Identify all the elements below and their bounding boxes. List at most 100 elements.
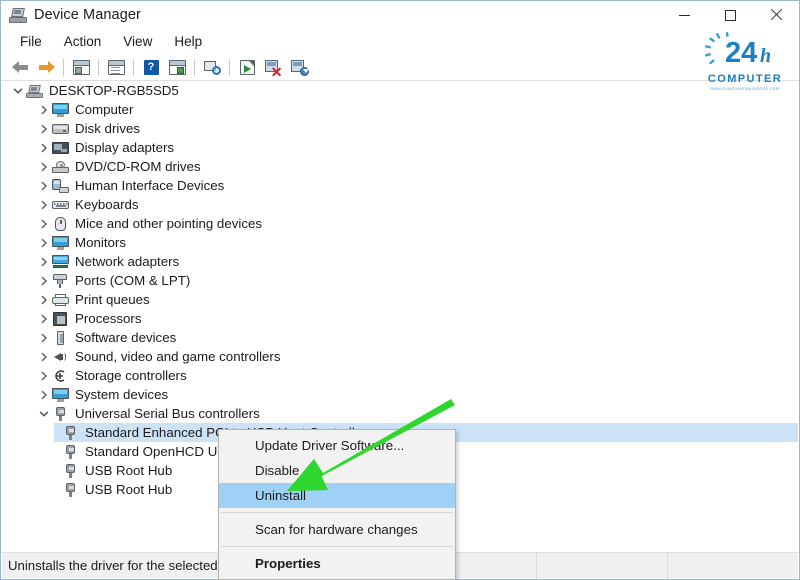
back-button[interactable] — [7, 56, 33, 79]
tree-root-node[interactable]: DESKTOP-RGB5SD5 — [2, 81, 798, 100]
context-menu-separator — [221, 546, 453, 547]
action-menu-icon — [169, 60, 186, 75]
sound-icon — [52, 349, 70, 365]
chevron-right-icon[interactable] — [36, 330, 52, 346]
tree-item-label: Mice and other pointing devices — [75, 216, 262, 231]
chevron-right-icon[interactable] — [36, 368, 52, 384]
tree-item-network-adapters[interactable]: Network adapters — [2, 252, 798, 271]
tree-item-software-devices[interactable]: Software devices — [2, 328, 798, 347]
toolbar-separator — [63, 59, 64, 76]
tree-item-label: Universal Serial Bus controllers — [75, 406, 260, 421]
action-menu-button[interactable] — [164, 56, 190, 79]
maximize-button[interactable] — [707, 1, 753, 29]
tree-item-display-adapters[interactable]: Display adapters — [2, 138, 798, 157]
tree-item-processors[interactable]: Processors — [2, 309, 798, 328]
tree-item-label: Network adapters — [75, 254, 179, 269]
tree-item-monitors[interactable]: Monitors — [2, 233, 798, 252]
chevron-right-icon[interactable] — [36, 273, 52, 289]
menu-view[interactable]: View — [112, 32, 163, 51]
tree-item-label: Processors — [75, 311, 142, 326]
help-button[interactable]: ? — [138, 56, 164, 79]
update-driver-button[interactable] — [234, 56, 260, 79]
tree-item-label: DVD/CD-ROM drives — [75, 159, 201, 174]
tree-item-computer[interactable]: Computer — [2, 100, 798, 119]
usb-icon — [62, 482, 80, 498]
tree-item-print-queues[interactable]: Print queues — [2, 290, 798, 309]
context-menu-item-properties[interactable]: Properties — [219, 551, 455, 576]
chevron-right-icon[interactable] — [36, 102, 52, 118]
keyboard-icon — [52, 197, 70, 213]
chevron-right-icon[interactable] — [36, 178, 52, 194]
tree-item-sound-video-game-controllers[interactable]: Sound, video and game controllers — [2, 347, 798, 366]
window-title: Device Manager — [34, 7, 141, 23]
tree-item-label: Software devices — [75, 330, 176, 345]
mouse-icon — [52, 216, 70, 232]
computer-root-icon — [26, 83, 44, 99]
chevron-down-icon[interactable] — [36, 406, 52, 422]
context-menu-item-uninstall[interactable]: Uninstall — [219, 483, 455, 508]
network-adapter-icon — [52, 254, 70, 270]
tree-item-mice-and-pointing-devices[interactable]: Mice and other pointing devices — [2, 214, 798, 233]
context-menu-item-update-driver-software[interactable]: Update Driver Software... — [219, 433, 455, 458]
display-adapter-icon — [52, 140, 70, 156]
scan-hardware-button[interactable] — [199, 56, 225, 79]
context-menu-separator — [221, 512, 453, 513]
tree-item-label: Ports (COM & LPT) — [75, 273, 190, 288]
chevron-right-icon[interactable] — [36, 254, 52, 270]
close-icon — [770, 9, 782, 21]
enable-device-icon — [291, 60, 308, 75]
chevron-right-icon[interactable] — [36, 140, 52, 156]
uninstall-device-button[interactable]: ✕ — [260, 56, 286, 79]
context-menu[interactable]: Update Driver Software... Disable Uninst… — [218, 429, 456, 580]
storage-controller-icon — [52, 368, 70, 384]
menu-action[interactable]: Action — [53, 32, 113, 51]
system-device-icon — [52, 387, 70, 403]
tree-item-human-interface-devices[interactable]: Human Interface Devices — [2, 176, 798, 195]
menu-bar: File Action View Help — [1, 29, 799, 54]
monitor-icon — [52, 235, 70, 251]
context-menu-item-scan-for-hardware-changes[interactable]: Scan for hardware changes — [219, 517, 455, 542]
title-bar: Device Manager — [1, 1, 799, 29]
close-button[interactable] — [753, 1, 799, 29]
toolbar-separator — [229, 59, 230, 76]
forward-button[interactable] — [33, 56, 59, 79]
toolbar-separator — [98, 59, 99, 76]
chevron-down-icon[interactable] — [10, 83, 26, 99]
tree-item-disk-drives[interactable]: Disk drives — [2, 119, 798, 138]
maximize-icon — [725, 10, 736, 21]
chevron-right-icon[interactable] — [36, 235, 52, 251]
usb-icon — [62, 444, 80, 460]
chevron-right-icon[interactable] — [36, 159, 52, 175]
tree-item-label: USB Root Hub — [85, 463, 172, 478]
enable-device-button[interactable] — [286, 56, 312, 79]
menu-file[interactable]: File — [9, 32, 53, 51]
chevron-right-icon[interactable] — [36, 387, 52, 403]
menu-help[interactable]: Help — [163, 32, 213, 51]
tree-item-label: Disk drives — [75, 121, 140, 136]
properties-button[interactable] — [103, 56, 129, 79]
device-manager-window: Device Manager File Action View Help — [0, 0, 800, 580]
chevron-right-icon[interactable] — [36, 197, 52, 213]
tree-item-keyboards[interactable]: Keyboards — [2, 195, 798, 214]
tree-item-system-devices[interactable]: System devices — [2, 385, 798, 404]
chevron-right-icon[interactable] — [36, 121, 52, 137]
tree-item-dvd-cdrom-drives[interactable]: DVD/CD-ROM drives — [2, 157, 798, 176]
tree-item-ports[interactable]: Ports (COM & LPT) — [2, 271, 798, 290]
port-icon — [52, 273, 70, 289]
chevron-right-icon[interactable] — [36, 349, 52, 365]
printer-icon — [52, 292, 70, 308]
tree-item-storage-controllers[interactable]: Storage controllers — [2, 366, 798, 385]
minimize-button[interactable] — [661, 1, 707, 29]
tree-item-label: Keyboards — [75, 197, 139, 212]
chevron-right-icon[interactable] — [36, 216, 52, 232]
context-menu-item-disable[interactable]: Disable — [219, 458, 455, 483]
tree-root-label: DESKTOP-RGB5SD5 — [49, 83, 179, 98]
usb-icon — [62, 425, 80, 441]
tree-item-label: Storage controllers — [75, 368, 187, 383]
disk-drive-icon — [52, 121, 70, 137]
show-hide-console-tree-button[interactable] — [68, 56, 94, 79]
tree-item-usb-controllers[interactable]: Universal Serial Bus controllers — [2, 404, 798, 423]
uninstall-device-icon: ✕ — [265, 60, 282, 75]
chevron-right-icon[interactable] — [36, 292, 52, 308]
chevron-right-icon[interactable] — [36, 311, 52, 327]
